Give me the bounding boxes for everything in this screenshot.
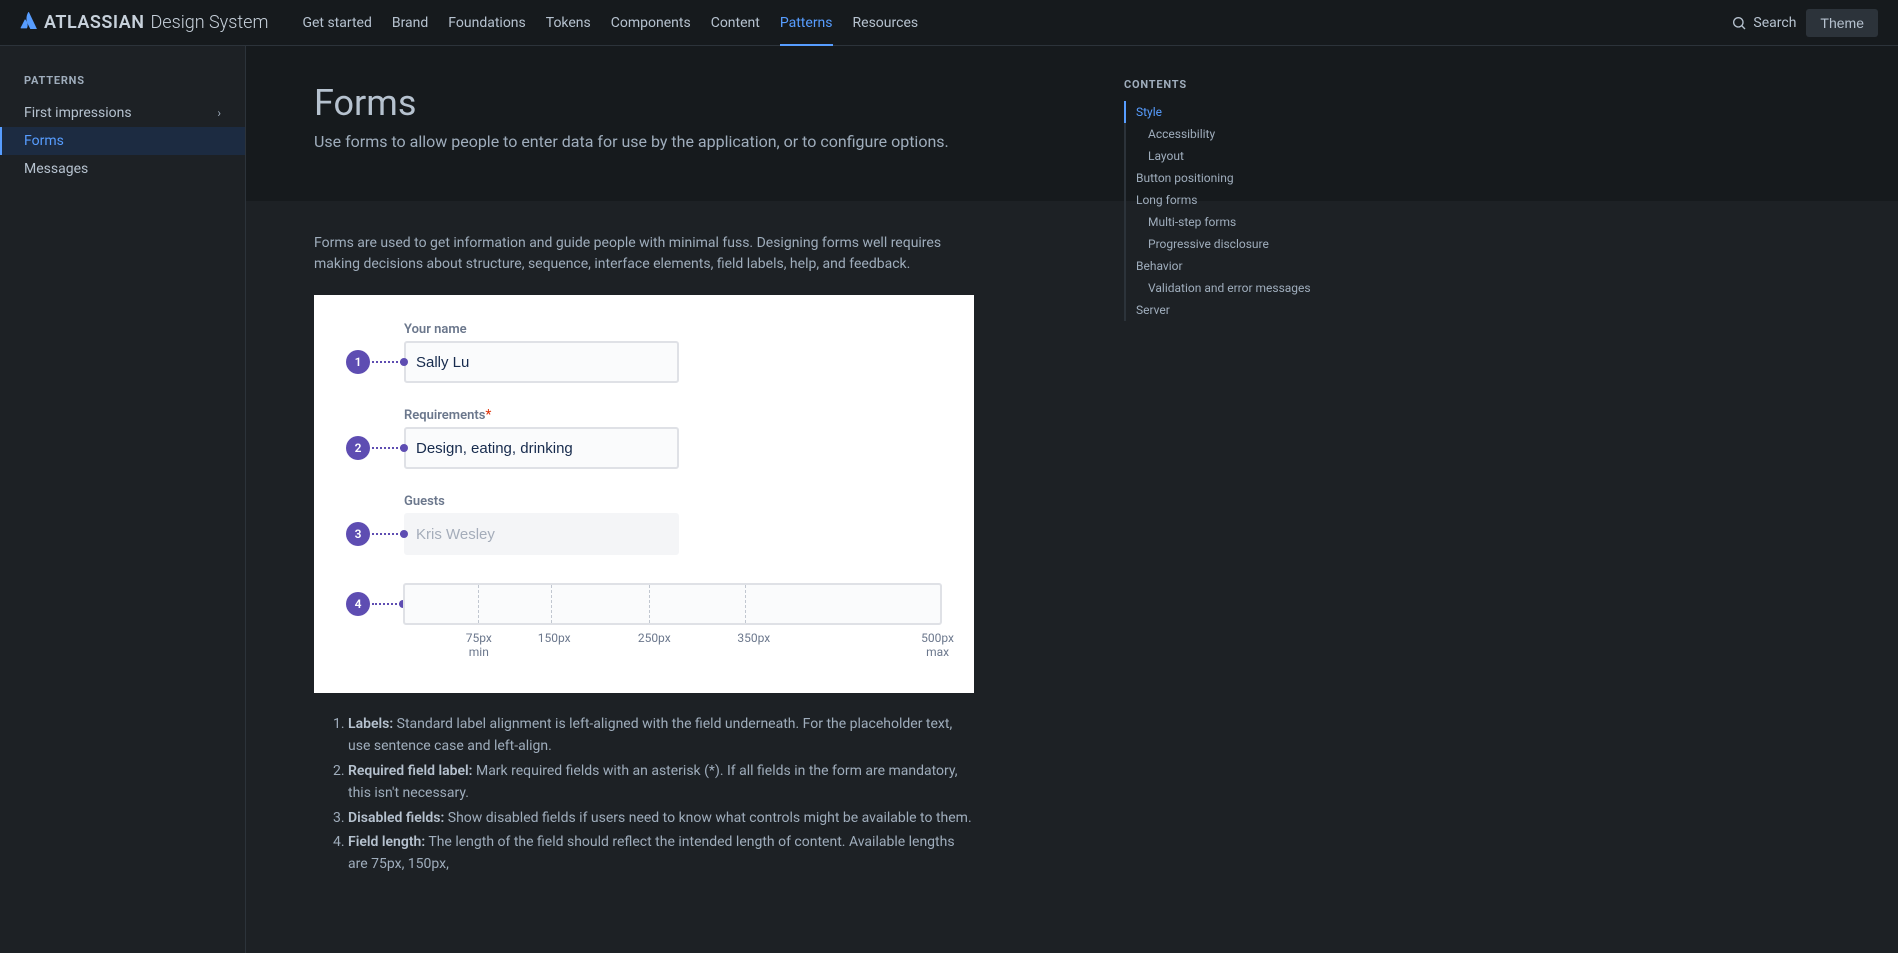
annotation-badge: 2 — [346, 436, 370, 460]
nav-item-components[interactable]: Components — [601, 0, 701, 46]
size-label: 250px — [638, 631, 671, 645]
nav-item-get-started[interactable]: Get started — [292, 0, 381, 46]
field-sizes-box — [403, 583, 942, 625]
top-header: ATLASSIAN Design System Get startedBrand… — [0, 0, 1898, 46]
chevron-right-icon: › — [217, 106, 221, 120]
example-input — [404, 427, 679, 469]
connector-line — [372, 533, 402, 535]
nav-item-resources[interactable]: Resources — [843, 0, 929, 46]
field-label: Requirements — [404, 408, 485, 423]
sidebar-item-label: Forms — [24, 133, 64, 149]
toc-item-accessibility[interactable]: Accessibility — [1124, 123, 1354, 145]
search-button[interactable]: Search — [1731, 15, 1796, 31]
field-label: Your name — [404, 322, 467, 337]
size-label: 500pxmax — [921, 631, 954, 659]
toc-item-layout[interactable]: Layout — [1124, 145, 1354, 167]
sidebar-item-label: Messages — [24, 161, 88, 177]
annotation-badge: 4 — [346, 592, 370, 616]
field-label: Guests — [404, 494, 445, 509]
page-title: Forms — [314, 82, 1830, 124]
page-subtitle: Use forms to allow people to enter data … — [314, 132, 1830, 151]
example-input — [404, 513, 679, 555]
size-label: 75pxmin — [466, 631, 492, 659]
sidebar: PATTERNS First impressions › Forms Messages — [0, 46, 246, 953]
intro-paragraph: Forms are used to get information and gu… — [314, 233, 974, 275]
required-asterisk-icon: * — [485, 407, 491, 423]
connector-line — [372, 447, 402, 449]
note-item: Field length: The length of the field sh… — [348, 831, 974, 876]
table-of-contents: CONTENTS StyleAccessibilityLayoutButton … — [1114, 46, 1354, 953]
size-label: 150px — [538, 631, 571, 645]
note-item: Required field label: Mark required fiel… — [348, 760, 974, 805]
logo-brand: ATLASSIAN — [44, 12, 144, 33]
note-item: Labels: Standard label alignment is left… — [348, 713, 974, 758]
search-label: Search — [1753, 15, 1796, 31]
toc-heading: CONTENTS — [1124, 78, 1354, 91]
sidebar-item-forms[interactable]: Forms — [0, 127, 245, 155]
annotation-badge: 1 — [346, 350, 370, 374]
toc-item-server[interactable]: Server — [1124, 299, 1354, 321]
logo-product: Design System — [150, 12, 268, 33]
sidebar-item-label: First impressions — [24, 105, 132, 121]
toc-item-progressive-disclosure[interactable]: Progressive disclosure — [1124, 233, 1354, 255]
sidebar-item-first-impressions[interactable]: First impressions › — [0, 99, 245, 127]
toc-item-behavior[interactable]: Behavior — [1124, 255, 1354, 277]
connector-line — [372, 361, 402, 363]
nav-item-tokens[interactable]: Tokens — [536, 0, 601, 46]
logo[interactable]: ATLASSIAN Design System — [20, 11, 268, 34]
nav-item-patterns[interactable]: Patterns — [770, 0, 843, 46]
example-input — [404, 341, 679, 383]
theme-button[interactable]: Theme — [1806, 9, 1878, 37]
annotation-badge: 3 — [346, 522, 370, 546]
primary-nav: Get startedBrandFoundationsTokensCompone… — [292, 0, 928, 46]
sidebar-heading: PATTERNS — [0, 74, 245, 99]
connector-line — [372, 603, 401, 605]
form-illustration: Your name 1 Requirements* 2 Guests 3 4 75pxmin 1… — [314, 295, 974, 693]
note-item: Disabled fields: Show disabled fields if… — [348, 807, 974, 829]
toc-item-button-positioning[interactable]: Button positioning — [1124, 167, 1354, 189]
toc-item-multi-step-forms[interactable]: Multi-step forms — [1124, 211, 1354, 233]
sidebar-item-messages[interactable]: Messages — [0, 155, 245, 183]
nav-item-foundations[interactable]: Foundations — [438, 0, 535, 46]
toc-item-style[interactable]: Style — [1124, 101, 1354, 123]
search-icon — [1731, 15, 1747, 31]
size-label: 350px — [737, 631, 770, 645]
page-hero: Forms Use forms to allow people to enter… — [246, 46, 1898, 201]
nav-item-brand[interactable]: Brand — [382, 0, 438, 46]
atlassian-icon — [20, 11, 38, 34]
notes-list: Labels: Standard label alignment is left… — [314, 713, 974, 876]
toc-item-long-forms[interactable]: Long forms — [1124, 189, 1354, 211]
toc-item-validation-and-error-messages[interactable]: Validation and error messages — [1124, 277, 1354, 299]
nav-item-content[interactable]: Content — [701, 0, 770, 46]
